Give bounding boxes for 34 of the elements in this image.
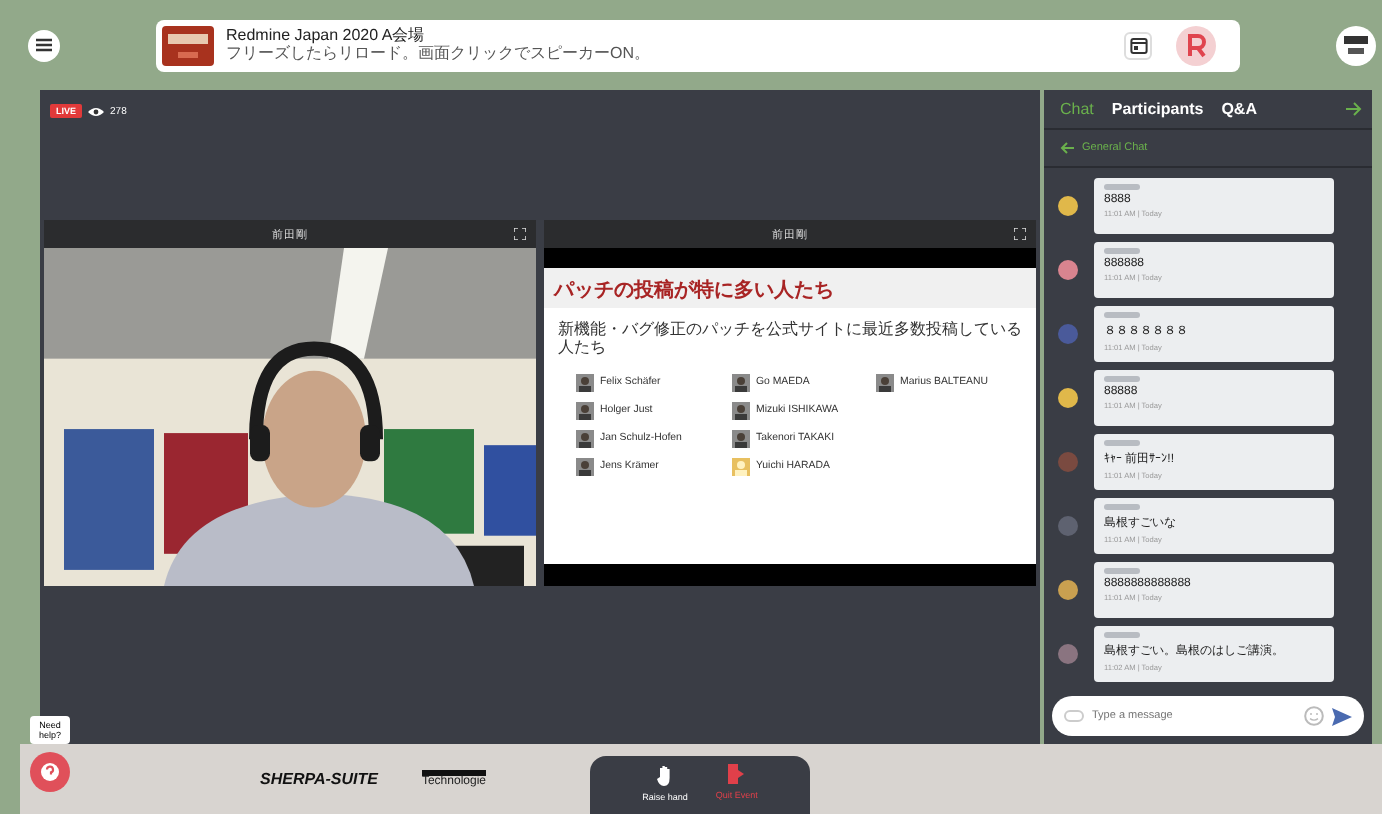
arrow-left-icon — [1060, 142, 1074, 154]
fullscreen-icon[interactable] — [1014, 228, 1026, 240]
profile-button[interactable] — [1336, 25, 1376, 65]
blurred-name — [1104, 632, 1140, 638]
calendar-icon — [1129, 36, 1147, 54]
menu-button[interactable] — [28, 29, 60, 61]
menu-icon — [36, 38, 52, 52]
door-exit-icon — [727, 764, 746, 784]
slide-title: パッチの投稿が特に多い人たち — [544, 268, 1036, 308]
hand-icon — [655, 764, 674, 786]
event-logo-icon — [162, 25, 214, 65]
r-logo-icon — [1176, 25, 1216, 65]
arrow-right-icon[interactable] — [1346, 102, 1362, 116]
blurred-name — [1104, 248, 1140, 254]
calendar-button[interactable] — [1124, 31, 1152, 59]
blurred-name — [1104, 184, 1140, 190]
fullscreen-icon[interactable] — [514, 228, 526, 240]
slide-text: 新機能・バグ修正のパッチを公式サイトに最近多数投稿している人たち — [558, 320, 1024, 357]
user-badge-icon — [1336, 25, 1376, 65]
chat-tab[interactable]: Q&A — [1221, 100, 1257, 118]
send-icon[interactable] — [1332, 707, 1352, 725]
event-subtitle: フリーズしたらリロード。画面クリックでスピーカーON。 — [226, 46, 652, 62]
question-icon — [40, 762, 60, 782]
chat-tab[interactable]: Chat — [1060, 100, 1094, 118]
chat-tab[interactable]: Participants — [1111, 100, 1204, 118]
blurred-name — [1104, 440, 1140, 446]
gif-icon — [1064, 710, 1084, 722]
blurred-name — [1104, 312, 1140, 318]
sponsor-logo: SHERPA-SUITE — [260, 770, 378, 788]
event-title: Redmine Japan 2020 A会場 — [226, 28, 427, 44]
eye-icon — [88, 105, 105, 117]
blurred-name — [1104, 504, 1140, 510]
blurred-name — [1104, 568, 1140, 574]
blurred-name — [1104, 376, 1140, 382]
